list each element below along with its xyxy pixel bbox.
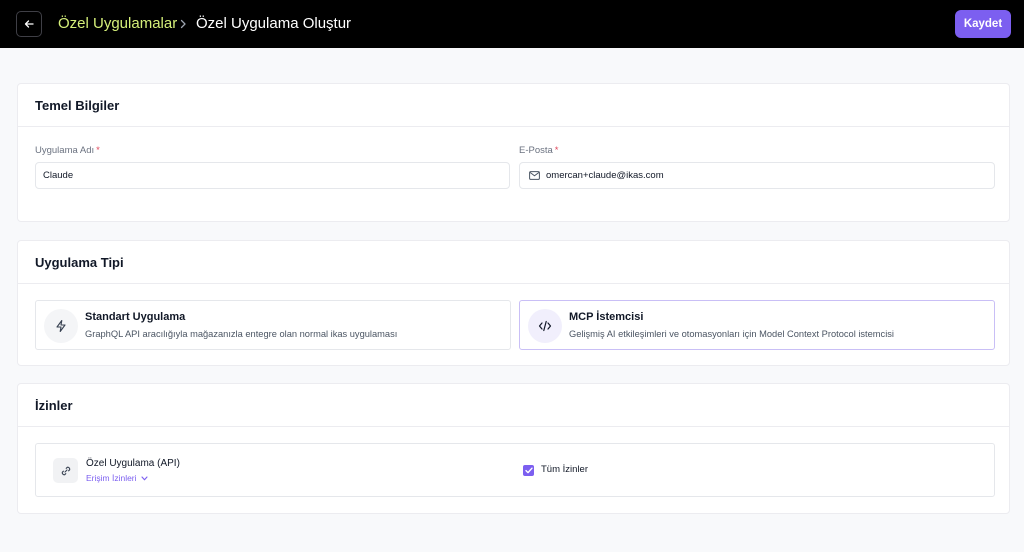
chevron-right-icon — [179, 15, 189, 33]
required-mark: * — [96, 145, 100, 156]
app-type-option-mcp[interactable]: MCP İstemcisi Gelişmiş AI etkileşimleri … — [519, 300, 995, 350]
back-button[interactable] — [16, 11, 42, 37]
basic-info-card: Temel Bilgiler Uygulama Adı * Claude E-Po… — [17, 83, 1010, 222]
all-permissions-label: Tüm İzinler — [541, 464, 588, 475]
all-permissions-checkbox[interactable] — [523, 465, 534, 476]
app-name-label: Uygulama Adı * — [35, 145, 100, 156]
permissions-title: İzinler — [18, 384, 1009, 427]
app-type-title: Uygulama Tipi — [18, 241, 1009, 284]
chevron-down-icon — [140, 475, 148, 480]
code-icon — [528, 309, 562, 343]
email-label-text: E-Posta — [519, 145, 553, 156]
access-permissions-link[interactable]: Erişim İzinleri — [86, 473, 148, 483]
email-input[interactable]: omercan+claude@ikas.com — [519, 162, 995, 189]
save-button[interactable]: Kaydet — [955, 10, 1011, 38]
email-value: omercan+claude@ikas.com — [546, 170, 664, 181]
option-title: Standart Uygulama — [85, 311, 186, 323]
permissions-card: İzinler Özel Uygulama (API) Erişim İzinl… — [17, 383, 1010, 514]
lightning-icon — [44, 309, 78, 343]
app-name-value: Claude — [43, 170, 74, 181]
option-description: GraphQL API aracılığıyla mağazanızla ent… — [85, 329, 398, 339]
required-mark: * — [554, 145, 559, 156]
page-title: Özel Uygulama Oluştur — [196, 15, 352, 32]
email-label: E-Posta * — [519, 145, 559, 156]
breadcrumb-parent-link[interactable]: Özel Uygulamalar — [58, 15, 177, 32]
permission-item-title: Özel Uygulama (API) — [86, 458, 180, 469]
option-description: Gelişmiş AI etkileşimleri ve otomasyonla… — [569, 329, 894, 339]
top-bar: Özel Uygulamalar Özel Uygulama Oluştur K… — [0, 0, 1024, 48]
access-permissions-label: Erişim İzinleri — [86, 473, 137, 483]
app-name-input[interactable]: Claude — [35, 162, 510, 189]
basic-info-title: Temel Bilgiler — [18, 84, 1009, 127]
permission-row: Özel Uygulama (API) Erişim İzinleri Tüm … — [35, 443, 995, 497]
app-type-card: Uygulama Tipi Standart Uygulama GraphQL … — [17, 240, 1010, 366]
arrow-left-icon — [24, 20, 34, 28]
mail-icon — [529, 171, 540, 180]
app-type-option-standard[interactable]: Standart Uygulama GraphQL API aracılığıy… — [35, 300, 511, 350]
check-icon — [524, 467, 533, 474]
link-icon — [53, 458, 78, 483]
option-title: MCP İstemcisi — [569, 311, 644, 323]
app-name-label-text: Uygulama Adı — [35, 145, 95, 156]
